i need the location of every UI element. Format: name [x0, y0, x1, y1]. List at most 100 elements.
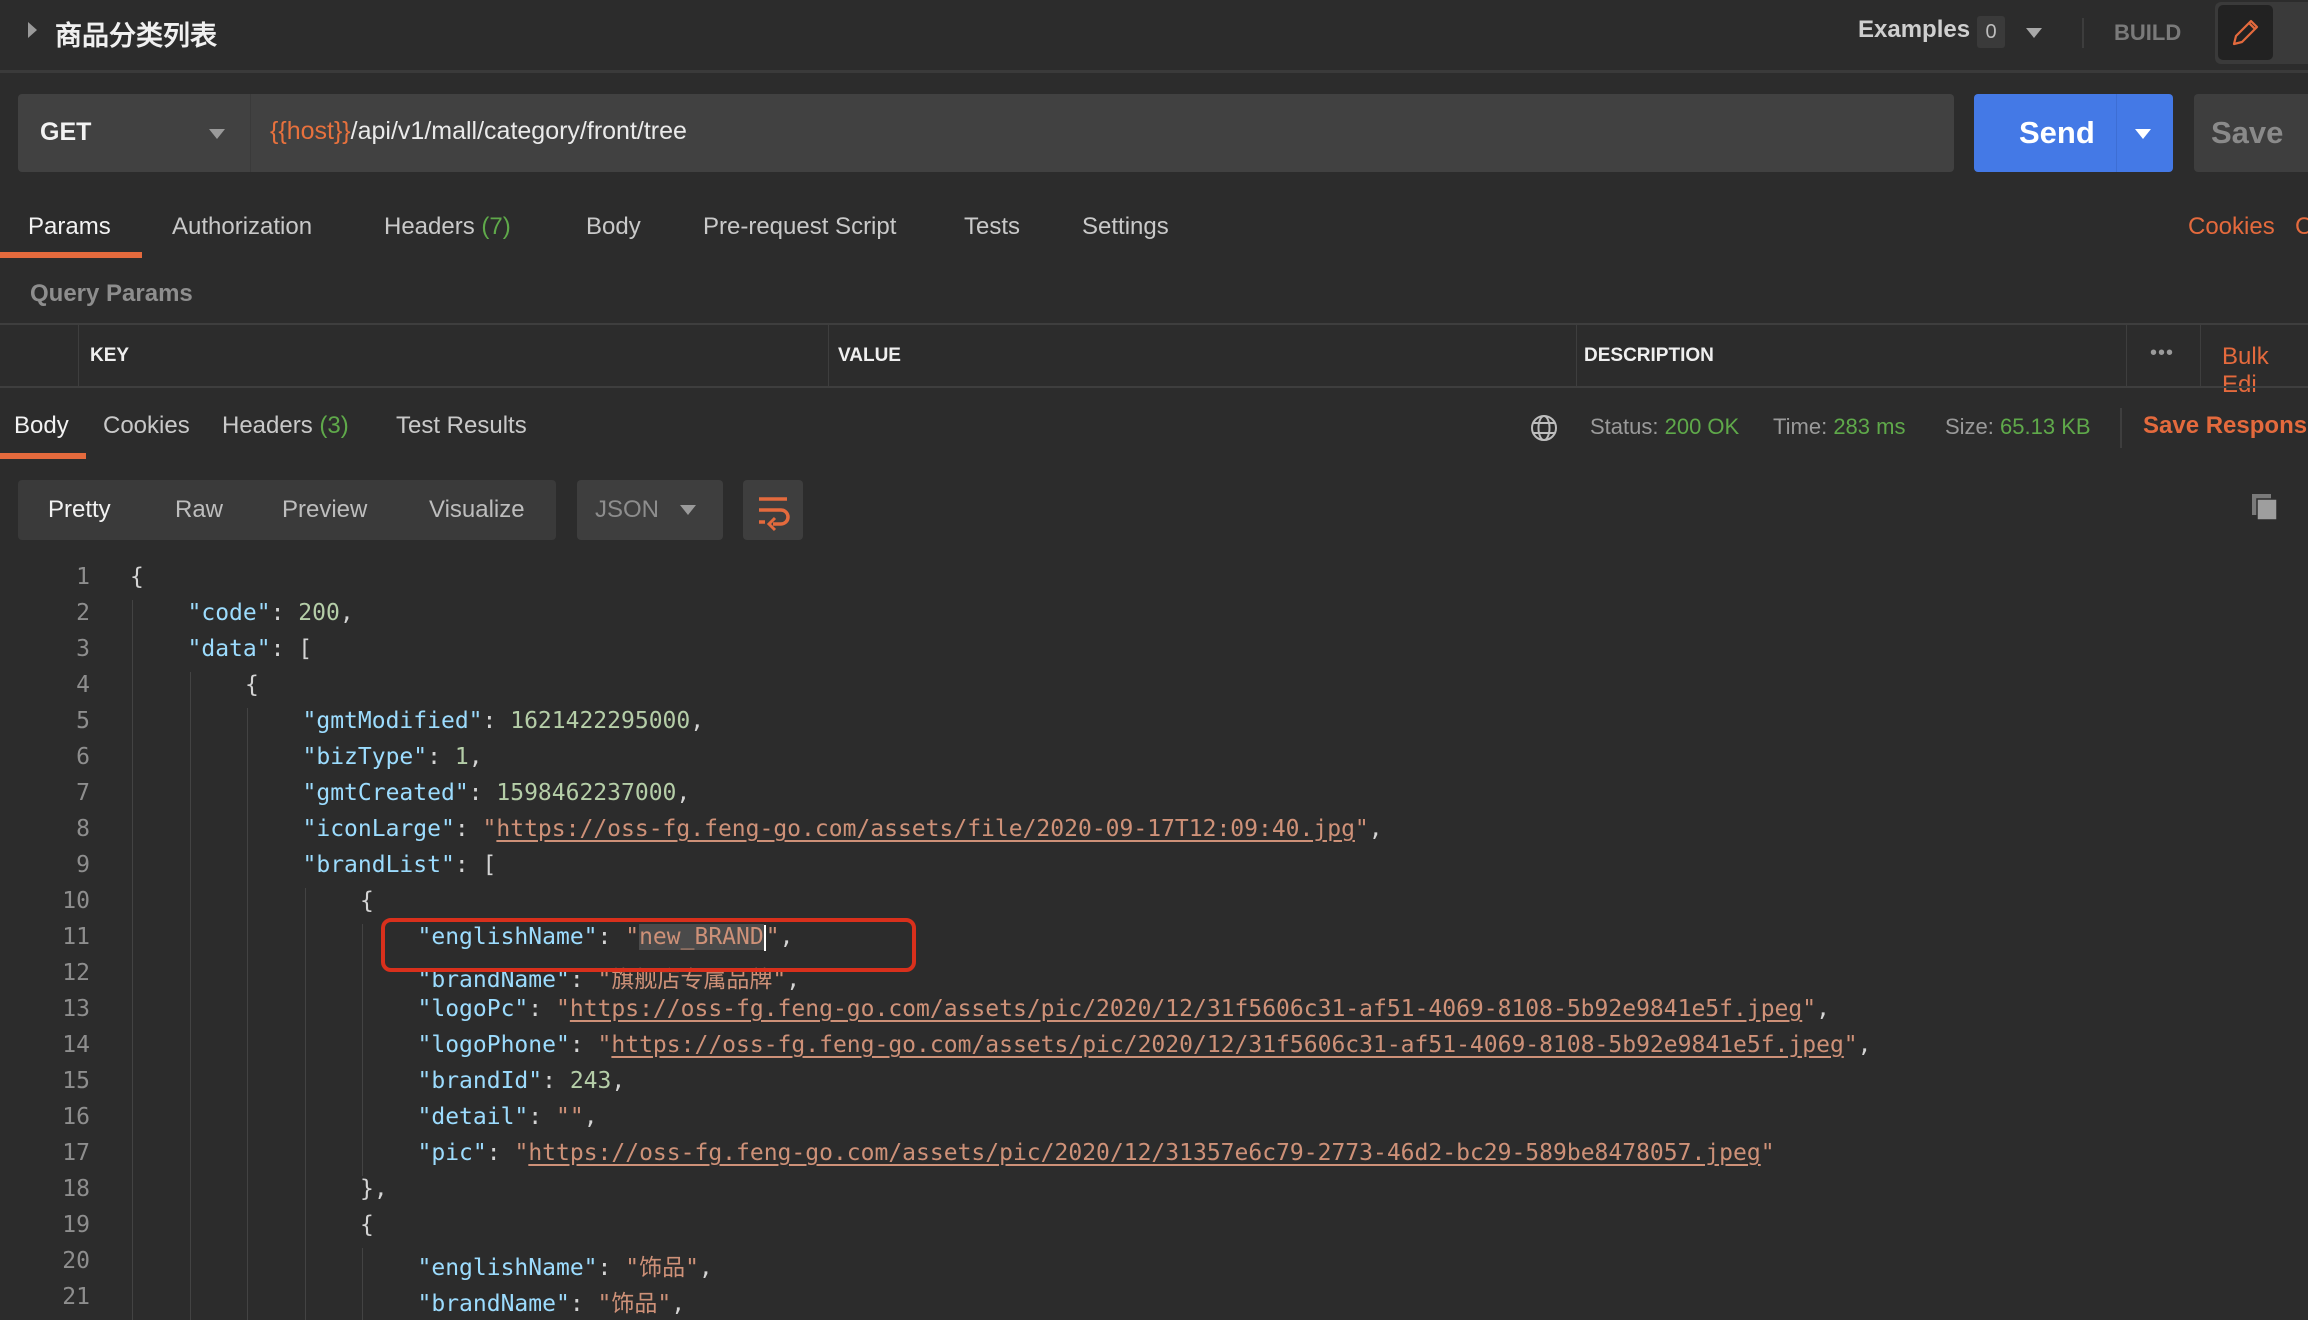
indent-guide: [304, 888, 306, 1320]
active-tab-indicator: [0, 252, 142, 258]
json-url-link[interactable]: https://oss-fg.feng-go.com/assets/file/2…: [496, 816, 1355, 842]
json-url-link[interactable]: https://oss-fg.feng-go.com/assets/pic/20…: [528, 1140, 1760, 1166]
json-key: "bizType": [302, 744, 428, 770]
json-string: ": [1354, 816, 1369, 842]
request-title[interactable]: 商品分类列表: [55, 14, 217, 53]
code-line: "logoPc": "https://oss-fg.feng-go.com/as…: [418, 996, 1830, 1022]
cookies-link[interactable]: Cookies: [2188, 213, 2275, 241]
line-number: 2: [76, 600, 90, 626]
expand-caret-icon[interactable]: [28, 22, 37, 38]
save-response-button[interactable]: Save Response: [2143, 412, 2308, 440]
headers-count: (7): [481, 213, 511, 240]
tab-tests[interactable]: Tests: [964, 213, 1020, 241]
indent-guide: [189, 672, 191, 1320]
edit-button[interactable]: [2218, 5, 2273, 60]
build-mode-label[interactable]: BUILD: [2114, 20, 2181, 46]
divider: [2082, 18, 2084, 48]
json-string: ": [1843, 1032, 1858, 1058]
copy-icon[interactable]: [2250, 492, 2280, 522]
response-tab-cookies[interactable]: Cookies: [103, 412, 190, 440]
response-body-editor[interactable]: 1{2 "code": 200, 3 "data": [4{5 "gmtModified…: [0, 560, 2308, 1320]
json-key: "code": [187, 600, 271, 626]
annotation-highlight-box: [381, 918, 916, 972]
status-value: 200 OK: [1664, 414, 1740, 439]
code-link[interactable]: C: [2295, 213, 2308, 241]
tab-params[interactable]: Params: [28, 213, 111, 241]
json-key: "gmtModified": [302, 708, 483, 734]
json-key: "brandList": [302, 852, 455, 878]
json-key: "brandId": [417, 1068, 543, 1094]
json-punctuation: ,: [690, 708, 705, 734]
json-key: "detail": [417, 1104, 529, 1130]
send-options-chevron-icon[interactable]: [2135, 129, 2151, 139]
json-key: "logoPhone": [417, 1032, 570, 1058]
code-line: "iconLarge": "https://oss-fg.feng-go.com…: [303, 816, 1383, 842]
column-divider: [1576, 325, 1577, 388]
chevron-down-icon: [680, 505, 696, 515]
query-params-heading: Query Params: [30, 280, 193, 307]
json-string: ": [482, 816, 497, 842]
json-punctuation: ,: [1857, 1032, 1872, 1058]
line-number: 10: [62, 888, 90, 914]
tab-settings[interactable]: Settings: [1082, 213, 1169, 241]
json-key: "data": [187, 636, 271, 662]
examples-dropdown-icon[interactable]: [2026, 28, 2042, 38]
response-tab-headers[interactable]: Headers (3): [222, 412, 349, 440]
json-string: "饰品": [625, 1255, 699, 1281]
json-number: 200: [298, 600, 340, 626]
line-number: 9: [76, 852, 90, 878]
indent-guide: [362, 924, 363, 1176]
code-line: "brandList": [: [303, 852, 497, 878]
save-label[interactable]: Save: [2211, 115, 2283, 151]
json-punctuation: :: [528, 1104, 556, 1130]
json-url-link[interactable]: https://oss-fg.feng-go.com/assets/pic/20…: [611, 1032, 1843, 1058]
json-string: "": [555, 1104, 584, 1130]
json-punctuation: :: [542, 1068, 570, 1094]
line-number: 20: [62, 1248, 90, 1274]
json-url-link[interactable]: https://oss-fg.feng-go.com/assets/pic/20…: [570, 996, 1802, 1022]
url-path: /api/v1/mall/category/front/tree: [350, 117, 687, 145]
more-options-icon[interactable]: •••: [2150, 342, 2174, 365]
json-string: ": [597, 1032, 612, 1058]
active-tab-indicator: [0, 453, 86, 459]
response-tab-test-results[interactable]: Test Results: [396, 412, 527, 440]
divider: [2120, 408, 2122, 448]
tab-authorization[interactable]: Authorization: [172, 213, 312, 241]
url-value[interactable]: {{host}}/api/v1/mall/category/front/tree: [270, 117, 687, 146]
json-key: "iconLarge": [302, 816, 455, 842]
tab-headers[interactable]: Headers (7): [384, 213, 511, 241]
tab-pre-request-script[interactable]: Pre-request Script: [703, 213, 896, 241]
status-readout: Status: 200 OK: [1590, 414, 1740, 439]
line-number: 18: [62, 1176, 90, 1202]
view-pretty[interactable]: Pretty: [48, 496, 111, 524]
code-line: "brandName": "饰品",: [418, 1284, 686, 1318]
code-line: "logoPhone": "https://oss-fg.feng-go.com…: [418, 1032, 1872, 1058]
examples-button[interactable]: Examples: [1858, 16, 1970, 44]
examples-count-badge: 0: [1977, 16, 2005, 48]
line-number: 8: [76, 816, 90, 842]
tab-body[interactable]: Body: [586, 213, 641, 241]
column-divider: [828, 325, 829, 388]
json-punctuation: :: [597, 1255, 626, 1281]
bulk-edit-link[interactable]: Bulk Edi: [2222, 343, 2308, 399]
json-punctuation: ,: [698, 1255, 713, 1281]
divider: [2116, 94, 2117, 172]
json-punctuation: ,: [671, 1291, 686, 1317]
json-punctuation: :: [569, 1291, 598, 1317]
code-line: {: [360, 1212, 374, 1238]
json-string: ": [1760, 1140, 1775, 1166]
url-variable: {{host}}: [270, 117, 351, 145]
code-line: {: [130, 564, 144, 590]
code-line: "gmtCreated": 1598462237000,: [303, 780, 691, 806]
response-tab-body[interactable]: Body: [14, 412, 69, 440]
view-raw[interactable]: Raw: [175, 496, 223, 524]
view-visualize[interactable]: Visualize: [429, 496, 525, 524]
wrap-lines-button[interactable]: [743, 480, 803, 540]
line-number: 5: [76, 708, 90, 734]
line-number: 15: [62, 1068, 90, 1094]
globe-icon[interactable]: [1530, 414, 1558, 442]
view-preview[interactable]: Preview: [282, 496, 367, 524]
line-number: 19: [62, 1212, 90, 1238]
code-line: "brandId": 243,: [418, 1068, 626, 1094]
send-label[interactable]: Send: [2019, 115, 2095, 151]
